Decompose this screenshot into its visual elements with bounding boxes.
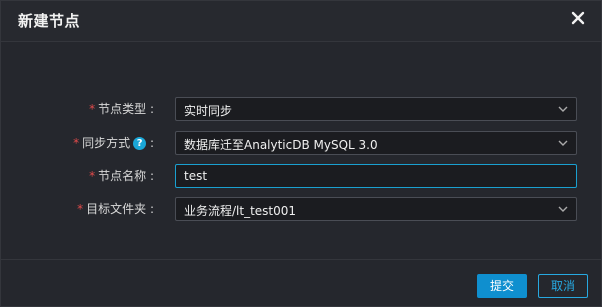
target-folder-value: 业务流程/lt_test001 [184,204,297,218]
new-node-dialog: 新建节点 * 节点类型 : 实时同步 * 同步方式? : 数据库迁至Analytic… [0,0,602,307]
node-name-label: * 节点名称 : [89,169,154,183]
form-row-node-type: * 节点类型 : 实时同步 [1,97,601,121]
chevron-down-icon [558,206,568,212]
chevron-down-icon [558,106,568,112]
sync-method-label: * 同步方式? : [73,136,154,150]
sync-method-select[interactable]: 数据库迁至AnalyticDB MySQL 3.0 [175,131,577,155]
target-folder-select[interactable]: 业务流程/lt_test001 [175,197,577,221]
dialog-body: * 节点类型 : 实时同步 * 同步方式? : 数据库迁至AnalyticDB My… [1,42,601,259]
node-name-value: test [184,169,208,183]
close-icon[interactable] [571,11,585,25]
cancel-button[interactable]: 取消 [538,274,588,298]
form-row-sync-method: * 同步方式? : 数据库迁至AnalyticDB MySQL 3.0 [1,131,601,155]
dialog-footer: 提交 取消 [1,259,601,306]
node-type-value: 实时同步 [184,104,233,118]
form-row-target-folder: * 目标文件夹 : 业务流程/lt_test001 [1,197,601,221]
node-name-input[interactable]: test [175,164,577,188]
chevron-down-icon [558,140,568,146]
form-row-node-name: * 节点名称 : test [1,164,601,188]
dialog-title: 新建节点 [18,12,81,30]
sync-method-value: 数据库迁至AnalyticDB MySQL 3.0 [184,138,378,152]
node-type-select[interactable]: 实时同步 [175,97,577,121]
required-mark: * [89,102,96,116]
required-mark: * [73,136,80,150]
required-mark: * [89,169,96,183]
dialog-header: 新建节点 [1,1,601,42]
submit-button[interactable]: 提交 [477,274,527,298]
question-circle-icon[interactable]: ? [133,137,147,150]
required-mark: * [77,202,84,216]
target-folder-label: * 目标文件夹 : [77,202,154,216]
node-type-label: * 节点类型 : [89,102,154,116]
